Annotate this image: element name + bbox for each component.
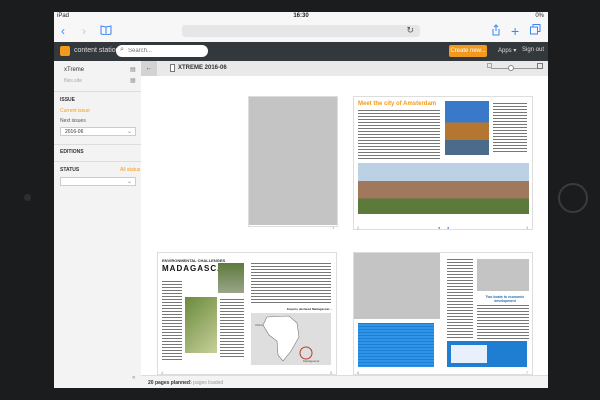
status-bar: iPad 16:30 0% (54, 12, 548, 21)
info-box (451, 345, 487, 363)
africa-map-icon (262, 315, 313, 362)
page-number: 1 (332, 225, 335, 230)
reload-icon[interactable]: ↻ (406, 25, 414, 36)
article-text (493, 103, 527, 153)
page-number: 2 (357, 225, 360, 230)
page-number: 3 (526, 225, 529, 230)
blue-sidebar-block (447, 341, 527, 367)
page-thumbnail-5[interactable]: Experts declared Madagascar... Africa Ma… (247, 253, 336, 371)
screen: iPad 16:30 0% ‹ › ↻ + content station ⌕ … (54, 12, 548, 388)
spread-4[interactable]: Two boats to economic development 6 7 (353, 252, 533, 375)
status-footer: 20 pages planned 5 pages loaded (141, 375, 548, 388)
africa-map: Africa Madagascar (251, 313, 331, 365)
page-thumbnail-2[interactable]: Meet the city of Amsterdam (354, 97, 444, 225)
app-name: content station (74, 47, 120, 54)
chevron-left-icon[interactable]: ‹ (61, 24, 65, 38)
chevron-down-icon: ⌄ (126, 129, 132, 135)
search-input[interactable] (128, 47, 204, 55)
status-select[interactable]: ⌄ (60, 177, 136, 186)
share-icon[interactable] (491, 24, 501, 39)
pages-planned-count: 20 pages planned (148, 380, 190, 386)
divider (54, 144, 141, 145)
editions-heading: EDITIONS (60, 149, 84, 155)
create-new-button[interactable]: Create new... (449, 45, 487, 57)
issue-heading: ISSUE (60, 97, 76, 103)
image-placeholder (477, 259, 529, 291)
zoom-in-icon[interactable] (537, 63, 543, 69)
spread-3[interactable]: ENVIRONMENTAL CHALLENGES MADAGASCAR Expe… (157, 252, 337, 375)
document-icon (170, 64, 175, 72)
logo-icon (60, 46, 70, 56)
current-issue-link[interactable]: Current issue (60, 108, 90, 114)
article-text (447, 259, 473, 339)
page-thumbnail-6[interactable] (354, 253, 444, 371)
map-caption: Experts declared Madagascar... (287, 307, 332, 311)
chevron-right-icon[interactable]: › (82, 24, 86, 38)
next-issues-label: Next issues (60, 118, 86, 124)
page-thumbnail-1[interactable] (249, 97, 337, 225)
spread-2[interactable]: Meet the city of Amsterdam 2 ● ● 3 (353, 96, 533, 230)
status-all-link[interactable]: All status (120, 167, 140, 173)
pages-loaded-count: 5 pages loaded (189, 380, 224, 386)
page-dot-icon: ● (447, 225, 450, 230)
rijksmuseum-photo (358, 163, 443, 214)
canal-bridge-photo (445, 101, 489, 155)
page-thumbnail-7[interactable]: Two boats to economic development (443, 253, 532, 371)
zoom-slider[interactable] (491, 68, 537, 69)
ipad-bezel: iPad 16:30 0% ‹ › ↻ + content station ⌕ … (0, 0, 600, 400)
chevron-down-icon: ⌄ (126, 179, 132, 185)
app-header: content station ⌕ Create new... Apps ▾ S… (54, 42, 548, 61)
search-box[interactable]: ⌕ (116, 45, 208, 57)
divider (54, 161, 141, 162)
brand-name[interactable]: xTreme (64, 67, 84, 73)
divider (54, 91, 141, 92)
lemur-photo (218, 263, 244, 293)
blue-text-block (358, 323, 434, 367)
article-text (477, 305, 529, 339)
madagascar-kicker: ENVIRONMENTAL CHALLENGES (162, 258, 226, 263)
clock: 16:30 (293, 13, 309, 19)
madagascar-label: Madagascar (303, 359, 320, 363)
page-placeholder (354, 253, 440, 319)
camera-icon (24, 194, 31, 201)
rijksmuseum-photo (443, 163, 529, 214)
tabs-icon[interactable] (530, 24, 541, 38)
book-icon[interactable] (100, 24, 112, 38)
brand-sub-label: files.site (64, 78, 83, 84)
page-dot-icon: ● (438, 225, 441, 230)
article-text (162, 281, 182, 361)
battery-label: 0% (535, 13, 544, 19)
issue-select-value: 2016-06 (65, 129, 84, 135)
document-icon[interactable]: ▤ (130, 66, 136, 73)
page-grid: 1 Meet the city of Amsterdam 2 ● ● 3 ENV… (141, 76, 548, 375)
article-text (220, 299, 244, 359)
plus-icon[interactable]: + (511, 24, 519, 38)
zoom-slider-handle[interactable] (508, 65, 514, 71)
page-thumbnail-4[interactable]: ENVIRONMENTAL CHALLENGES MADAGASCAR (158, 253, 248, 371)
boat-caption: Two boats to economic development (485, 295, 525, 303)
collapse-icon[interactable]: « (132, 375, 135, 381)
status-heading: STATUS (60, 167, 80, 173)
browser-toolbar: ‹ › ↻ + (54, 21, 548, 43)
issue-select[interactable]: 2016-06 ⌄ (60, 127, 136, 136)
apps-menu[interactable]: Apps ▾ (498, 47, 516, 54)
home-button[interactable] (558, 183, 588, 213)
article-text (358, 110, 440, 160)
spread-1[interactable]: 1 (248, 96, 338, 230)
sidebar: xTreme ▤ files.site ▦ ISSUE Current issu… (54, 61, 142, 388)
page-thumbnail-3[interactable] (443, 97, 532, 225)
amsterdam-headline: Meet the city of Amsterdam (358, 101, 437, 107)
search-icon: ⌕ (120, 46, 124, 53)
issue-title: XTREME 2016-06 (178, 65, 227, 71)
africa-label: Africa (255, 323, 263, 327)
sign-out-link[interactable]: Sign out (522, 47, 544, 53)
arrow-left-icon[interactable]: ← (141, 61, 157, 76)
grid-icon[interactable]: ▦ (130, 77, 136, 84)
article-text (251, 263, 331, 303)
document-toolbar: ← XTREME 2016-06 (141, 61, 548, 77)
plant-photo (185, 297, 217, 353)
address-bar[interactable]: ↻ (182, 25, 420, 37)
